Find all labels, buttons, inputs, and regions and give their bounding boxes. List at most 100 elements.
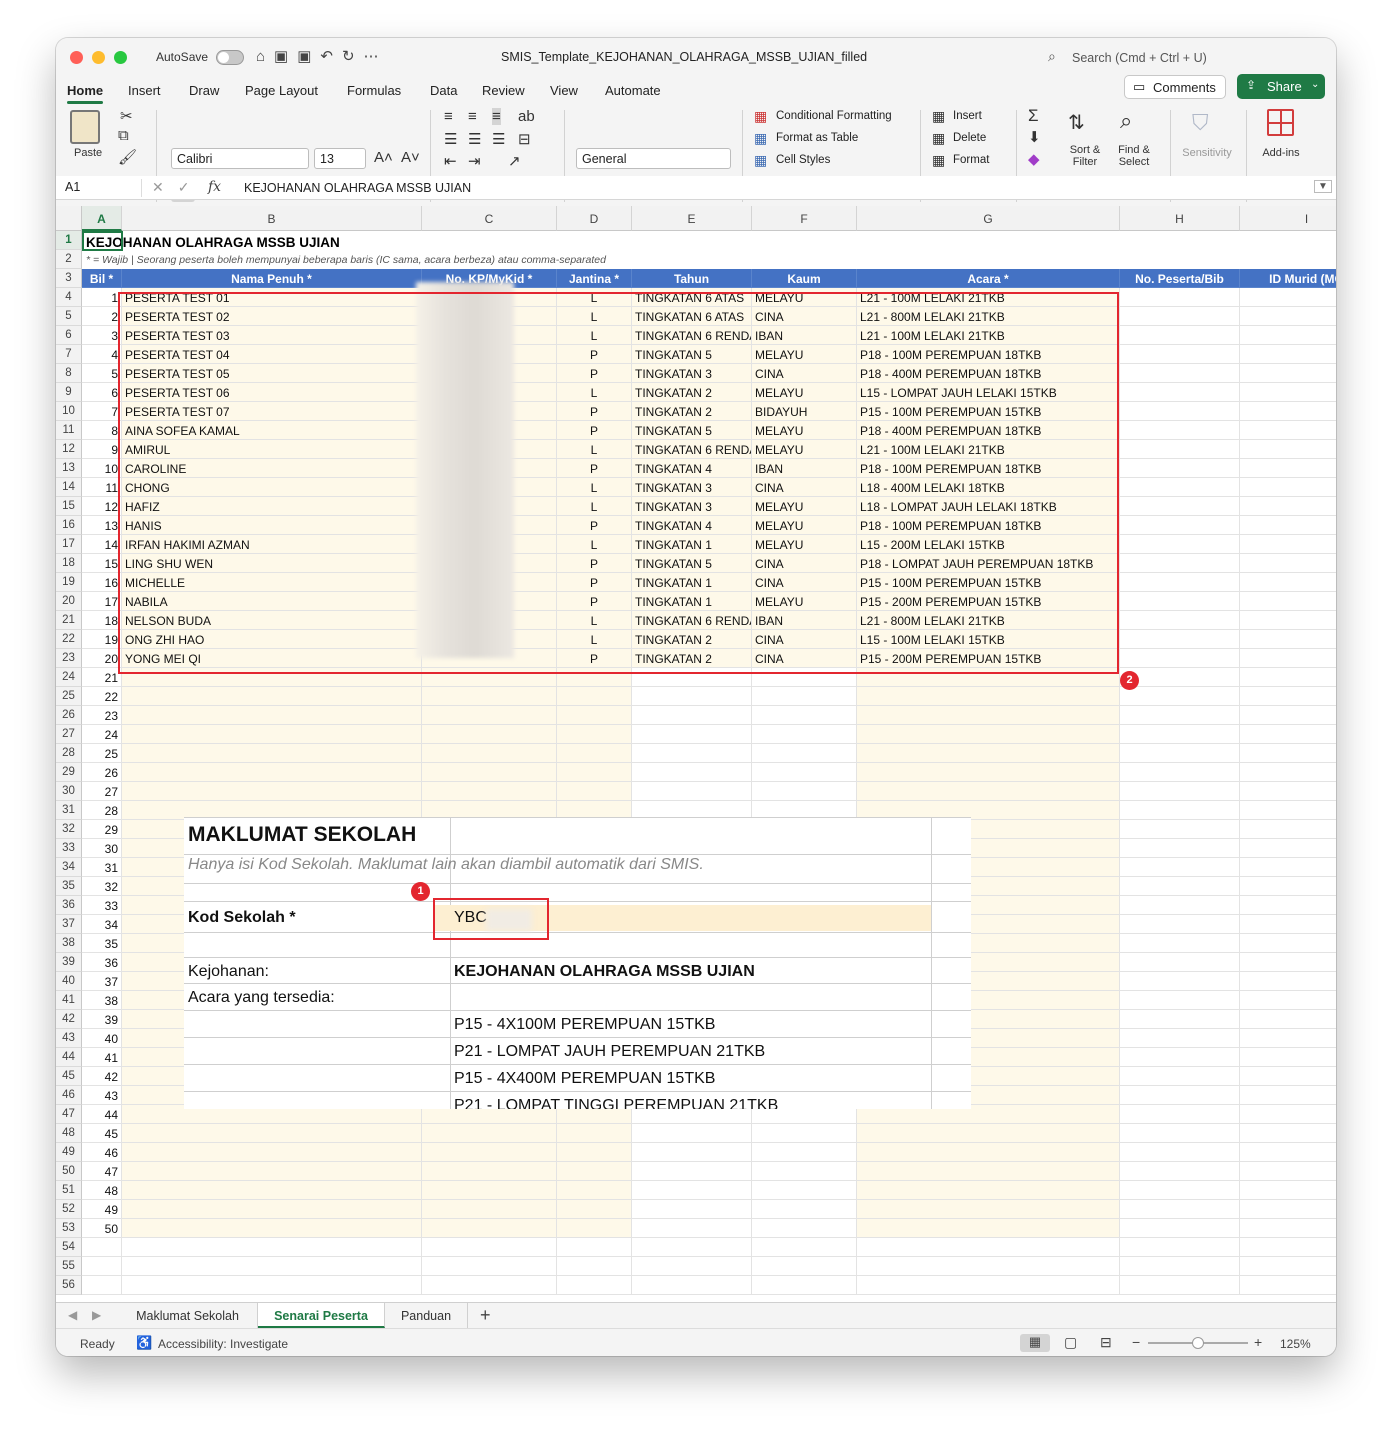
cell-empty[interactable] [557, 1238, 632, 1257]
cell-empty[interactable] [422, 1143, 557, 1162]
table-header-cell[interactable]: Jantina * [557, 269, 632, 288]
cell-empty[interactable] [1120, 1105, 1240, 1124]
accessibility-status[interactable]: Accessibility: Investigate [158, 1337, 288, 1351]
cell-empty[interactable] [1240, 953, 1336, 972]
cell-bil[interactable]: 24 [82, 725, 122, 744]
row-header[interactable]: 24 [56, 668, 82, 687]
cell-empty[interactable] [82, 1238, 122, 1257]
cell-empty[interactable] [1120, 1048, 1240, 1067]
row-header[interactable]: 54 [56, 1238, 82, 1257]
cell-bil[interactable]: 8 [82, 421, 122, 440]
cell-empty[interactable] [1240, 364, 1336, 383]
cell-bil[interactable]: 14 [82, 535, 122, 554]
cell-empty[interactable] [632, 1124, 752, 1143]
cell-empty[interactable] [422, 706, 557, 725]
cell-empty[interactable] [1240, 345, 1336, 364]
row-header[interactable]: 12 [56, 440, 82, 459]
cell-empty[interactable] [122, 763, 422, 782]
worksheet-grid[interactable]: A B C D E F G H I 1 2 3 4 5 6 7 8 9 10 11 12 13 14 15 16 17 18 19 20… [56, 206, 1336, 1302]
cell-bil[interactable]: 18 [82, 611, 122, 630]
zoom-out-icon[interactable]: − [1132, 1334, 1140, 1350]
cell-bil[interactable]: 15 [82, 554, 122, 573]
cell-empty[interactable] [122, 725, 422, 744]
font-size-select[interactable]: 13 [314, 148, 366, 169]
align-right-icon[interactable]: ☰ [492, 130, 505, 148]
cell-empty[interactable] [1120, 1143, 1240, 1162]
cell-bil[interactable]: 33 [82, 896, 122, 915]
close-window-button[interactable] [70, 51, 83, 64]
cell-empty[interactable] [1120, 953, 1240, 972]
cell-empty[interactable] [632, 1276, 752, 1295]
cell-bil[interactable]: 48 [82, 1181, 122, 1200]
cell-empty[interactable] [1120, 991, 1240, 1010]
clear-icon[interactable]: ◆ [1028, 150, 1040, 168]
cell-empty[interactable] [422, 1200, 557, 1219]
cell-empty[interactable] [557, 1181, 632, 1200]
cell-empty[interactable] [1240, 421, 1336, 440]
fill-icon[interactable]: ⬇ [1028, 128, 1041, 146]
row-header[interactable]: 33 [56, 839, 82, 858]
cell-bil[interactable]: 5 [82, 364, 122, 383]
cell-empty[interactable] [557, 706, 632, 725]
select-all-corner[interactable] [56, 206, 82, 231]
cell-bil[interactable]: 28 [82, 801, 122, 820]
cell-styles-button[interactable]: Cell Styles [776, 154, 830, 166]
cell-empty[interactable] [1240, 1162, 1336, 1181]
cell-empty[interactable] [857, 744, 1120, 763]
cell-empty[interactable] [857, 687, 1120, 706]
cell-empty[interactable] [1240, 744, 1336, 763]
row-header[interactable]: 31 [56, 801, 82, 820]
cell-bil[interactable]: 3 [82, 326, 122, 345]
cell-empty[interactable] [752, 1219, 857, 1238]
sheet-tab-panduan[interactable]: Panduan [385, 1303, 468, 1328]
row-header[interactable]: 46 [56, 1086, 82, 1105]
cell-bil[interactable]: 45 [82, 1124, 122, 1143]
cell-empty[interactable] [1120, 858, 1240, 877]
row-header[interactable]: 56 [56, 1276, 82, 1295]
cell-empty[interactable] [422, 782, 557, 801]
cell-empty[interactable] [1240, 573, 1336, 592]
cell-empty[interactable] [122, 1200, 422, 1219]
cell-empty[interactable] [1120, 1010, 1240, 1029]
cell-empty[interactable] [122, 1276, 422, 1295]
font-name-select[interactable]: Calibri [171, 148, 309, 169]
cell-empty[interactable] [752, 1200, 857, 1219]
row-header[interactable]: 7 [56, 345, 82, 364]
cell-empty[interactable] [857, 1162, 1120, 1181]
row-header[interactable]: 55 [56, 1257, 82, 1276]
cell-empty[interactable] [422, 1162, 557, 1181]
row-header[interactable]: 1 [56, 231, 82, 250]
row-header[interactable]: 38 [56, 934, 82, 953]
cell-bil[interactable]: 39 [82, 1010, 122, 1029]
row-header[interactable]: 50 [56, 1162, 82, 1181]
format-as-table-button[interactable]: Format as Table [776, 132, 858, 144]
cell-empty[interactable] [1120, 554, 1240, 573]
cell-empty[interactable] [752, 1181, 857, 1200]
cell-empty[interactable] [1240, 706, 1336, 725]
cell-bil[interactable]: 16 [82, 573, 122, 592]
delete-cells-button[interactable]: Delete [953, 132, 986, 144]
cell-empty[interactable] [122, 782, 422, 801]
conditional-formatting-button[interactable]: Conditional Formatting [776, 110, 892, 122]
align-middle-icon[interactable]: ≡ [468, 108, 477, 125]
decrease-indent-icon[interactable]: ⇤ [444, 152, 457, 170]
cell-bil[interactable]: 2 [82, 307, 122, 326]
cell-empty[interactable] [1120, 383, 1240, 402]
quick-access-icons[interactable]: ⌂▣▣↶↻⋯ [256, 47, 388, 65]
cell-bil[interactable]: 4 [82, 345, 122, 364]
cell-empty[interactable] [1240, 1276, 1336, 1295]
cell-empty[interactable] [1120, 478, 1240, 497]
column-header-i[interactable]: I [1240, 206, 1336, 231]
cell-empty[interactable] [557, 763, 632, 782]
cell-bil[interactable]: 11 [82, 478, 122, 497]
row-header[interactable]: 3 [56, 269, 82, 288]
expand-formula-bar-icon[interactable]: ▼ [1314, 180, 1332, 193]
wrap-text-icon[interactable]: ab [518, 108, 535, 125]
cell-empty[interactable] [752, 1143, 857, 1162]
cell-empty[interactable] [122, 687, 422, 706]
cell-empty[interactable] [1240, 516, 1336, 535]
tab-formulas[interactable]: Formulas [347, 83, 401, 98]
cell-empty[interactable] [1240, 630, 1336, 649]
decrease-font-icon[interactable]: A˅ [401, 149, 420, 166]
cell-empty[interactable] [122, 1257, 422, 1276]
